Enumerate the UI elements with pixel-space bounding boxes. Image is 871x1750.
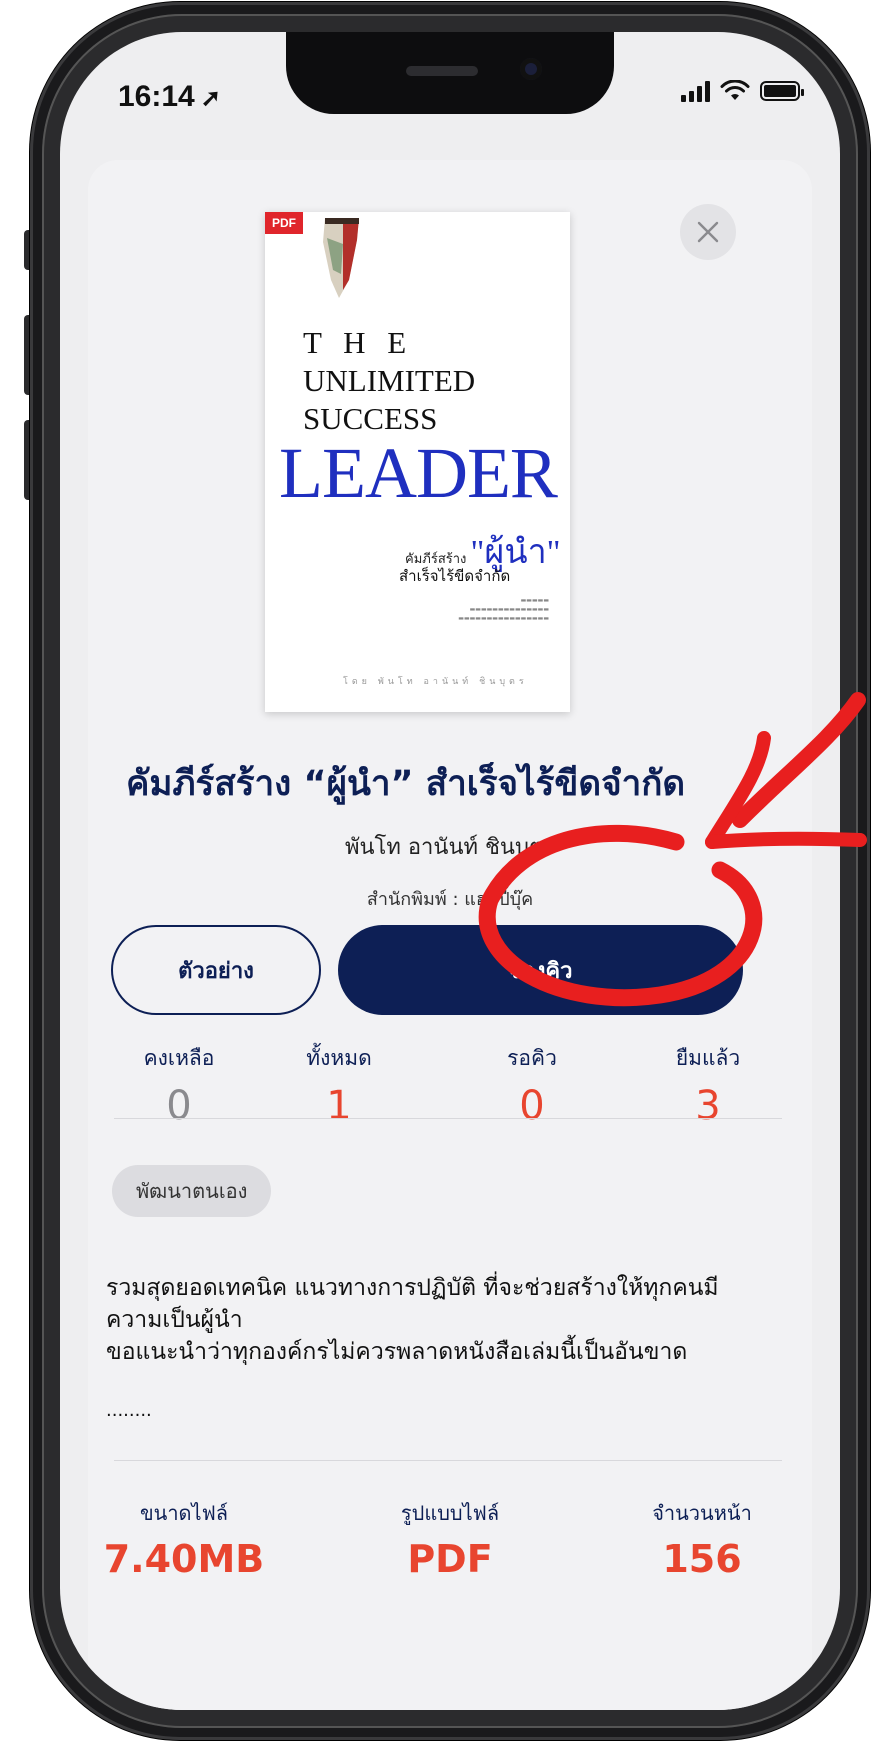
book-publisher: สำนักพิมพ์ : แฮปปี้บุ๊ค <box>366 889 534 910</box>
stat-waiting: รอคิว 0 <box>457 1042 607 1129</box>
battery-icon <box>760 81 804 101</box>
close-icon <box>697 221 719 243</box>
meta-value: PDF <box>407 1537 493 1581</box>
stat-remaining: คงเหลือ 0 <box>104 1042 254 1129</box>
stat-label: คงเหลือ <box>143 1046 215 1070</box>
cover-line-2: UNLIMITED <box>303 363 476 398</box>
cover-title: T H E UNLIMITED SUCCESS LEADER <box>279 324 558 509</box>
cover-subtitle-line2: สำเร็จไร้ขีดจำกัด <box>399 567 511 585</box>
meta-value: 7.40MB <box>103 1537 265 1581</box>
stat-value: 1 <box>326 1083 352 1129</box>
cover-blurb: ▬▬▬▬▬ ▬▬▬▬▬▬▬▬▬▬▬▬▬▬ ▬▬▬▬▬▬▬▬▬▬▬▬▬▬▬▬ <box>458 597 549 622</box>
stat-value: 0 <box>166 1083 192 1129</box>
stat-label: รอคิว <box>507 1046 557 1070</box>
camera-icon <box>520 58 542 80</box>
description-more[interactable]: ........ <box>106 1400 152 1421</box>
divider <box>114 1460 782 1461</box>
speaker <box>406 66 478 76</box>
status-icons <box>681 80 804 102</box>
meta-label: ขนาดไฟล์ <box>139 1501 229 1525</box>
meta-page-count: จำนวนหน้า 156 <box>612 1497 792 1581</box>
stat-label: ยืมแล้ว <box>675 1046 741 1070</box>
close-button[interactable] <box>680 204 736 260</box>
category-tag[interactable]: พัฒนาตนเอง <box>112 1165 272 1217</box>
wifi-icon <box>720 80 750 100</box>
divider <box>114 1118 782 1119</box>
book-cover: PDF T H E UNLIMITED SUCCESS LEADER คัมภี… <box>265 212 570 712</box>
cover-line-1: T H E <box>303 325 414 360</box>
meta-label: รูปแบบไฟล์ <box>400 1501 500 1525</box>
book-description: รวมสุดยอดเทคนิค แนวทางการปฏิบัติ ที่จะช่… <box>106 1275 719 1365</box>
book-title: คัมภีร์สร้าง “ผู้นำ” สำเร็จไร้ขีดจำกัด <box>126 764 686 804</box>
stat-total: ทั้งหมด 1 <box>264 1042 414 1129</box>
notch <box>286 32 614 114</box>
preview-button[interactable]: ตัวอย่าง <box>111 925 321 1015</box>
clock-text: 16:14 <box>118 80 195 113</box>
phone-screen: 16:14 ➚ PDF T H E UNLIMITED SUCCESS LEAD… <box>60 32 840 1710</box>
pdf-badge: PDF <box>265 212 303 234</box>
stat-borrowed: ยืมแล้ว 3 <box>633 1042 783 1129</box>
status-time: 16:14 ➚ <box>118 80 221 114</box>
meta-file-size: ขนาดไฟล์ 7.40MB <box>94 1497 274 1581</box>
location-icon: ➚ <box>200 85 221 112</box>
cover-author: โดย พันโท อานันท์ ชินบุตร <box>343 677 528 687</box>
meta-file-format: รูปแบบไฟล์ PDF <box>360 1497 540 1581</box>
meta-label: จำนวนหน้า <box>652 1501 752 1525</box>
reserve-queue-button[interactable]: จองคิว <box>338 925 743 1015</box>
stat-value: 0 <box>519 1083 545 1129</box>
meta-value: 156 <box>662 1537 742 1581</box>
book-author: พันโท อานันท์ ชินบุตร <box>344 835 556 860</box>
stat-value: 3 <box>695 1083 721 1129</box>
signal-icon <box>681 80 710 102</box>
cover-illustration <box>323 218 359 298</box>
stat-label: ทั้งหมด <box>306 1046 372 1070</box>
cover-line-4: LEADER <box>279 433 558 513</box>
